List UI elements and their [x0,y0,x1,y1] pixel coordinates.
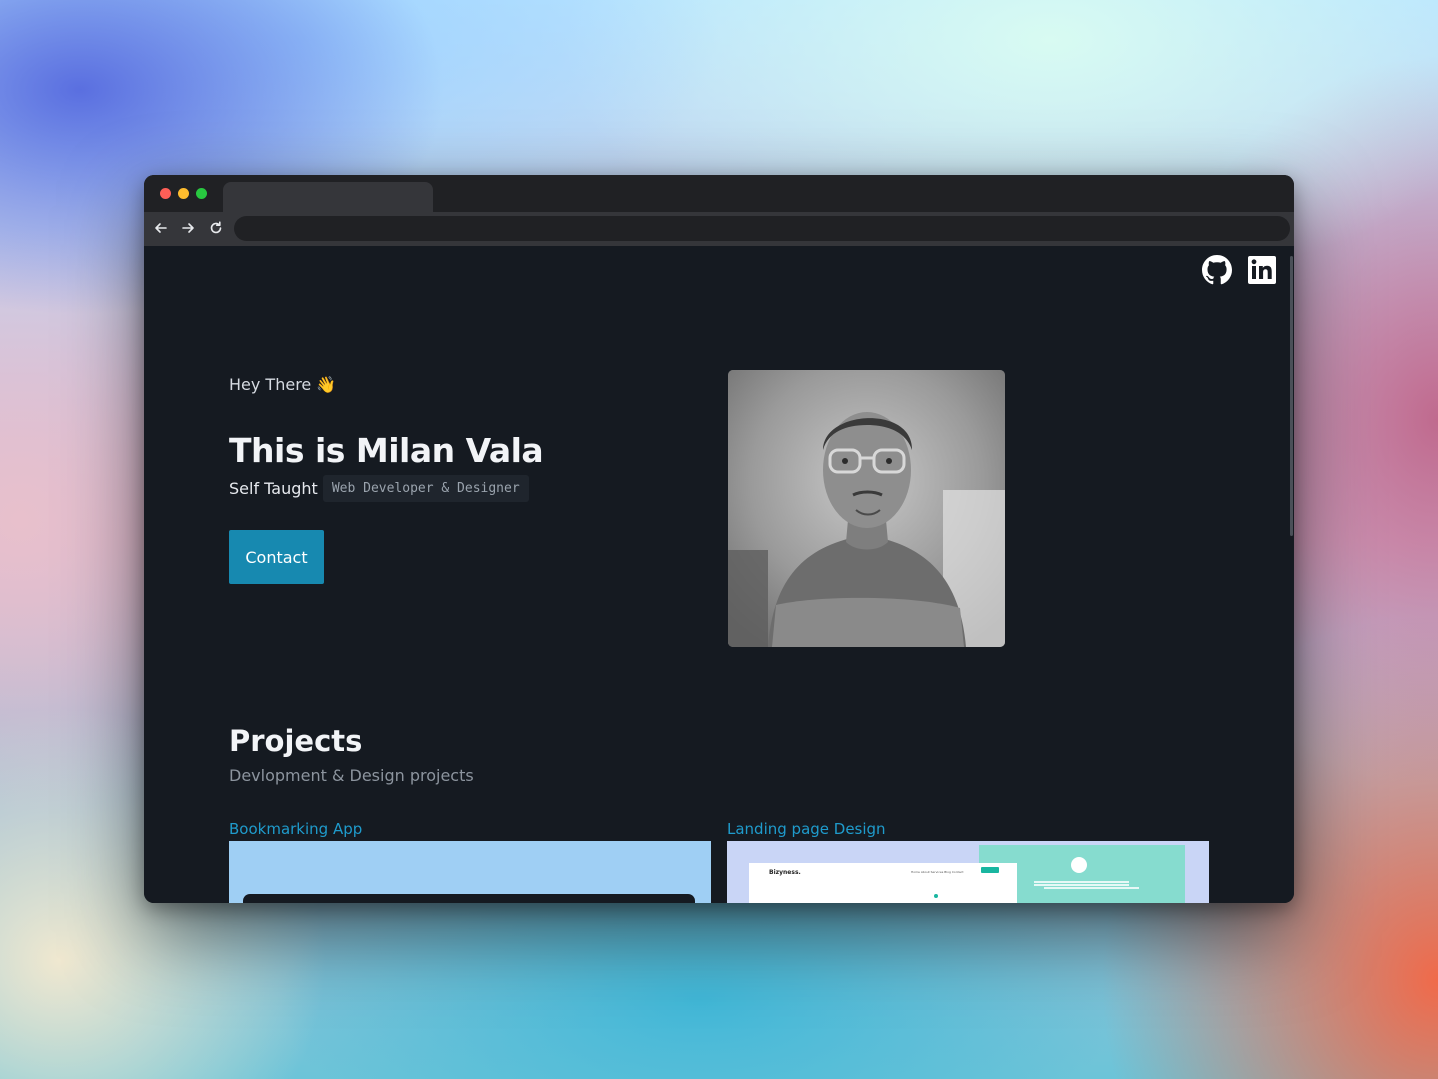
page-viewport: Hey There 👋 This is Milan Vala Self Taug… [144,246,1294,903]
thumbnail-menu: Home About Services Blog Contact [911,870,964,874]
thumbnail-page-preview: Bizyness. Home About Services Blog Conta… [749,863,1017,903]
reload-icon[interactable] [207,219,225,237]
thumbnail-dot [934,894,938,898]
project-link-landing-page-design[interactable]: Landing page Design [727,820,886,838]
projects-heading: Projects [229,724,363,758]
thumbnail-logo: Bizyness. [769,869,801,876]
browser-tab[interactable] [223,182,433,212]
thumbnail-text-lines [1034,881,1129,883]
scrollbar[interactable] [1290,256,1293,536]
forward-arrow-icon[interactable] [179,219,197,237]
hero-tagline: Self Taught Web Developer & Designer [229,475,529,502]
project-thumbnail-bookmarking-app[interactable] [229,841,711,903]
close-window-button[interactable] [160,188,171,199]
address-bar[interactable] [234,216,1290,241]
minimize-window-button[interactable] [178,188,189,199]
tagline-role-code: Web Developer & Designer [322,475,529,502]
github-icon[interactable] [1202,255,1232,285]
contact-button[interactable]: Contact [229,530,324,584]
projects-subtitle: Devlopment & Design projects [229,766,474,785]
tagline-prefix: Self Taught [229,479,318,498]
hero-title: This is Milan Vala [229,431,544,470]
thumbnail-app-panel [243,894,695,903]
project-link-bookmarking-app[interactable]: Bookmarking App [229,820,362,838]
profile-photo [728,370,1005,647]
browser-toolbar [144,212,1294,246]
hero-greeting: Hey There 👋 [229,375,337,394]
thumbnail-avatar [1071,857,1087,873]
browser-window: Hey There 👋 This is Milan Vala Self Taug… [144,175,1294,903]
thumbnail-cta-button [981,867,999,873]
project-thumbnail-landing-page[interactable]: Bizyness. Home About Services Blog Conta… [727,841,1209,903]
maximize-window-button[interactable] [196,188,207,199]
back-arrow-icon[interactable] [152,219,170,237]
browser-titlebar [144,175,1294,212]
linkedin-icon[interactable] [1247,255,1277,285]
